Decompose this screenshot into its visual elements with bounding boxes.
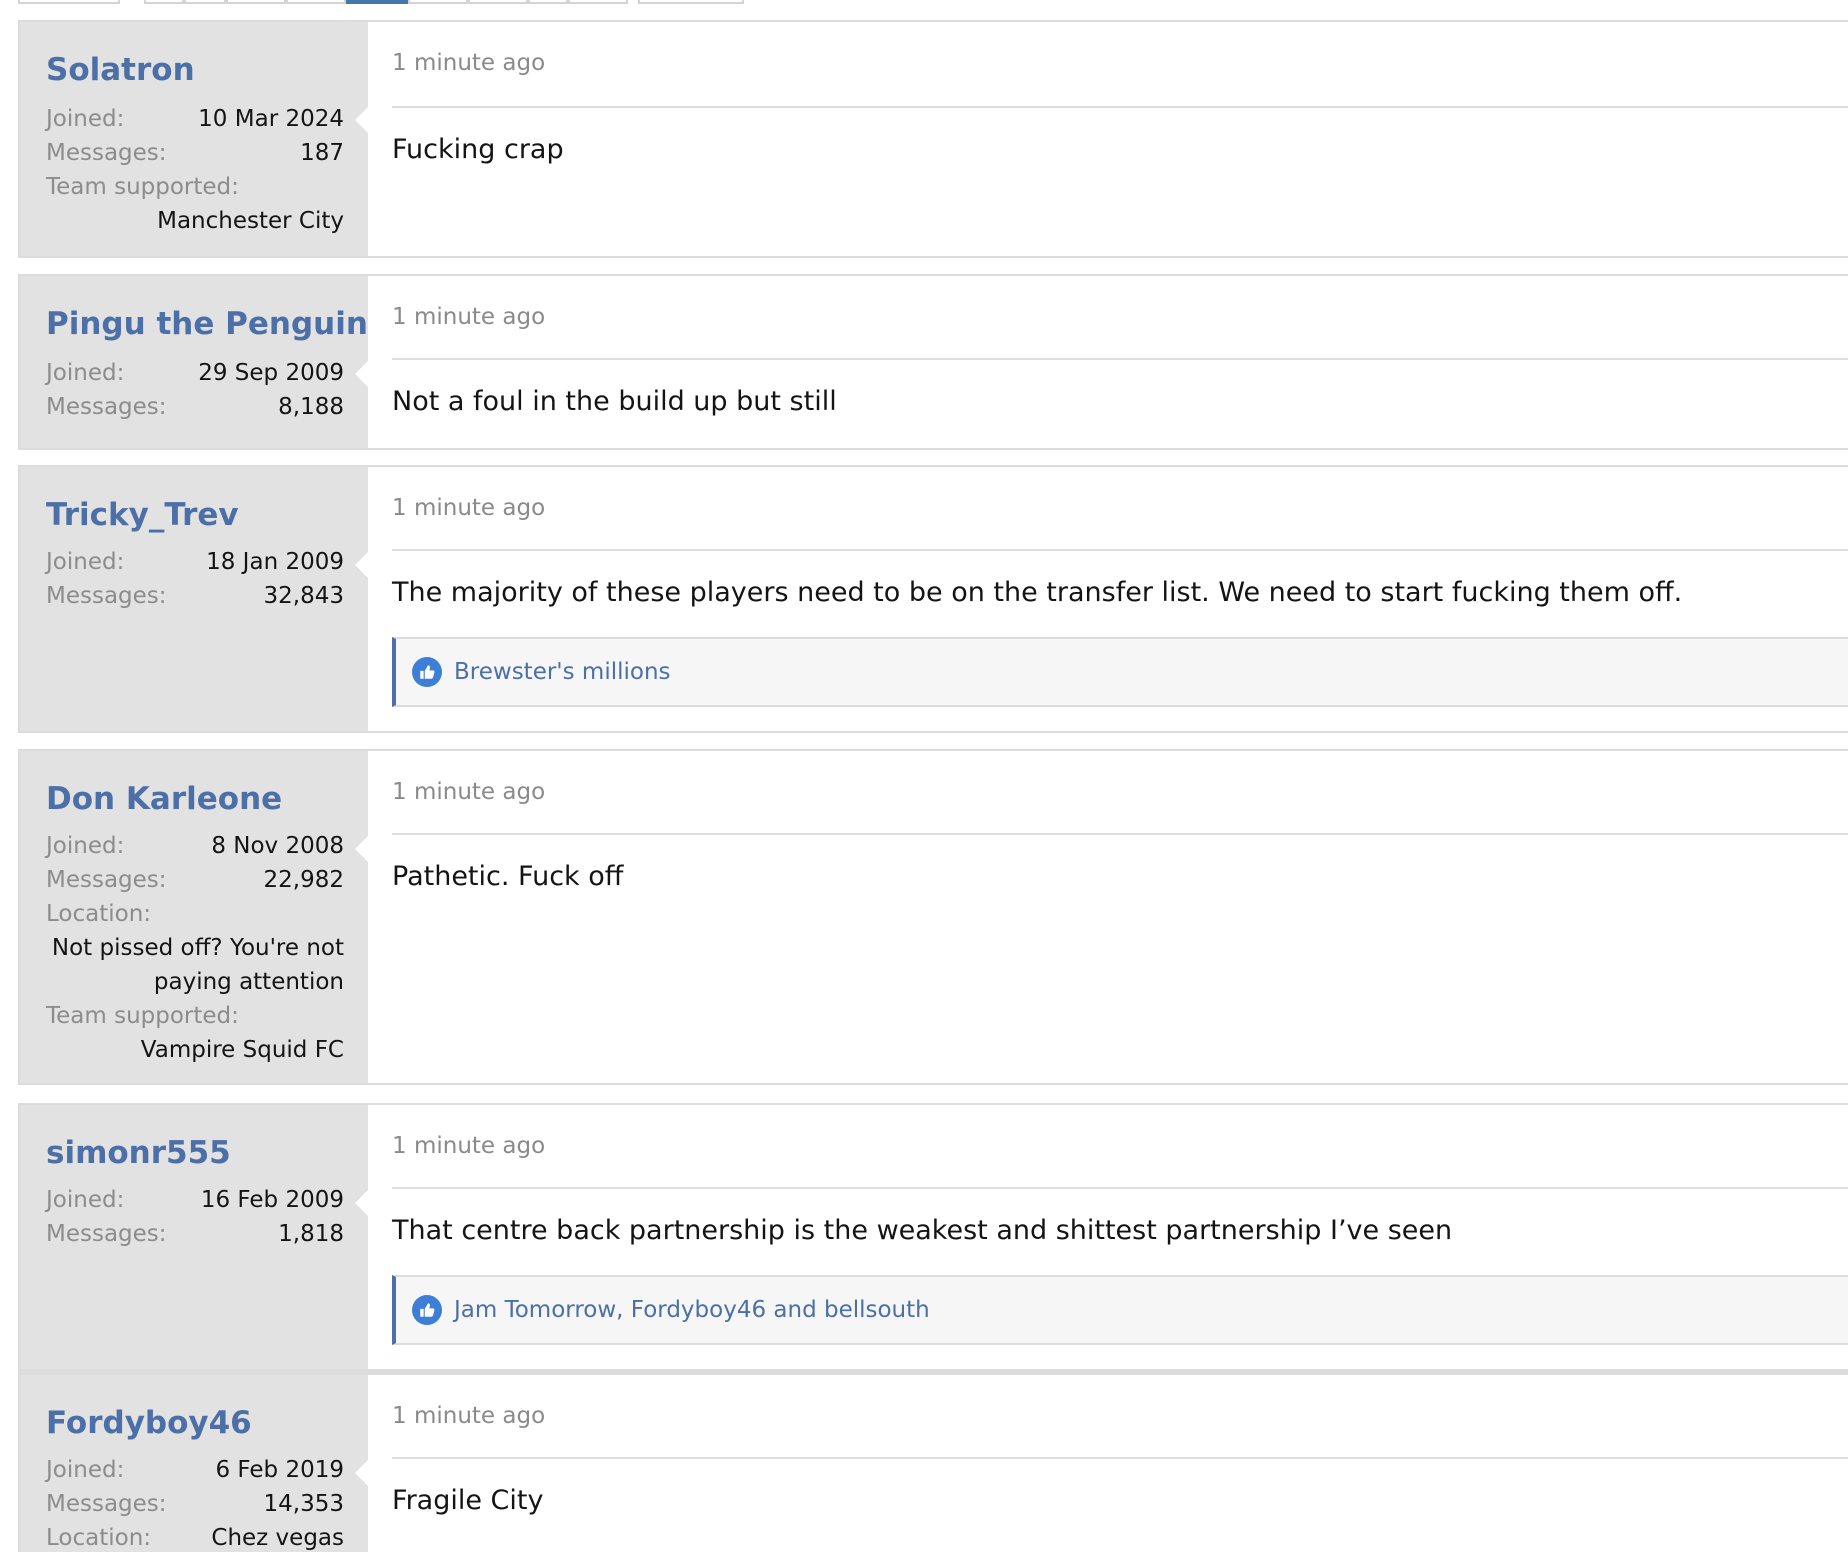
messages-value: 22,982	[263, 867, 344, 893]
user-stats: Joined: 8 Nov 2008 Messages: 22,982 Locati…	[46, 829, 344, 1067]
username-link[interactable]: simonr555	[46, 1135, 231, 1171]
post-timestamp-link[interactable]: 1 minute ago	[392, 779, 545, 805]
divider	[392, 106, 1848, 108]
likes-users-link[interactable]: Brewster's millions	[454, 659, 671, 685]
post-timestamp-link[interactable]: 1 minute ago	[392, 495, 545, 521]
messages-label: Messages:	[46, 1221, 167, 1247]
joined-label: Joined:	[46, 106, 125, 132]
likes-bar: Brewster's millions	[392, 637, 1848, 707]
pagination-page-button[interactable]	[408, 0, 468, 4]
messages-label: Messages:	[46, 394, 167, 420]
post: Solatron Joined: 10 Mar 2024 Messages: 187…	[18, 20, 1848, 258]
message-body: 1 minute ago The majority of these playe…	[368, 467, 1848, 731]
user-stats: Joined: 16 Feb 2009 Messages: 1,818	[46, 1183, 344, 1251]
pagination	[18, 0, 744, 4]
username-link[interactable]: Pingu the Penguin	[46, 306, 368, 342]
team-label: Team supported:	[46, 174, 239, 200]
post: Tricky_Trev Joined: 18 Jan 2009 Messages:…	[18, 465, 1848, 733]
pagination-page-button[interactable]	[568, 0, 628, 4]
post: Pingu the Penguin Joined: 29 Sep 2009 Mes…	[18, 274, 1848, 450]
joined-label: Joined:	[46, 1187, 125, 1213]
joined-label: Joined:	[46, 549, 125, 575]
pagination-page-button[interactable]	[144, 0, 184, 4]
messages-label: Messages:	[46, 867, 167, 893]
message-body: 1 minute ago Fucking crap	[368, 22, 1848, 256]
joined-value: 29 Sep 2009	[198, 360, 344, 386]
divider	[392, 549, 1848, 551]
messages-value: 1,818	[278, 1221, 344, 1247]
message-body: 1 minute ago Pathetic. Fuck off	[368, 751, 1848, 1083]
messages-label: Messages:	[46, 1491, 167, 1517]
messages-value: 14,353	[263, 1491, 344, 1517]
pagination-next-button[interactable]	[638, 0, 744, 4]
pagination-page-button[interactable]	[468, 0, 528, 4]
post-text: Fragile City	[392, 1485, 544, 1516]
team-value: Vampire Squid FC	[140, 1037, 344, 1063]
user-stats: Joined: 18 Jan 2009 Messages: 32,843	[46, 545, 344, 613]
message-body: 1 minute ago Fragile City	[368, 1375, 1848, 1552]
thumbs-up-icon	[412, 1295, 442, 1325]
user-info-panel: Fordyboy46 Joined: 6 Feb 2019 Messages: 14…	[20, 1375, 369, 1552]
location-value: Not pissed off? You're not	[51, 935, 344, 961]
post: Fordyboy46 Joined: 6 Feb 2019 Messages: 14…	[18, 1371, 1848, 1552]
messages-value: 32,843	[263, 583, 344, 609]
location-label: Location:	[46, 1525, 152, 1551]
username-link[interactable]: Tricky_Trev	[46, 497, 239, 533]
joined-value: 10 Mar 2024	[198, 106, 344, 132]
pagination-page-button[interactable]	[184, 0, 226, 4]
post-timestamp-link[interactable]: 1 minute ago	[392, 1133, 545, 1159]
user-stats: Joined: 10 Mar 2024 Messages: 187 Team sup…	[46, 102, 344, 238]
post-text: Pathetic. Fuck off	[392, 861, 624, 892]
user-info-panel: Tricky_Trev Joined: 18 Jan 2009 Messages:…	[20, 467, 369, 731]
joined-value: 16 Feb 2009	[200, 1187, 344, 1213]
likes-users-link[interactable]: Jam Tomorrow, Fordyboy46 and bellsouth	[454, 1297, 930, 1323]
pagination-page-button[interactable]	[226, 0, 286, 4]
user-stats: Joined: 6 Feb 2019 Messages: 14,353 Locati…	[46, 1453, 344, 1552]
messages-value: 8,188	[278, 394, 344, 420]
messages-value: 187	[300, 140, 344, 166]
post-timestamp-link[interactable]: 1 minute ago	[392, 1403, 545, 1429]
username-link[interactable]: Don Karleone	[46, 781, 282, 817]
pagination-page-button[interactable]	[286, 0, 346, 4]
user-info-panel: simonr555 Joined: 16 Feb 2009 Messages: 1,…	[20, 1105, 369, 1369]
likes-bar: Jam Tomorrow, Fordyboy46 and bellsouth	[392, 1275, 1848, 1345]
location-value: Chez vegas	[211, 1525, 344, 1551]
joined-label: Joined:	[46, 833, 125, 859]
divider	[392, 833, 1848, 835]
team-label: Team supported:	[46, 1003, 239, 1029]
post-text: Not a foul in the build up but still	[392, 386, 837, 417]
messages-label: Messages:	[46, 140, 167, 166]
user-info-panel: Pingu the Penguin Joined: 29 Sep 2009 Mes…	[20, 276, 369, 448]
thumbs-up-icon	[412, 657, 442, 687]
joined-label: Joined:	[46, 1457, 125, 1483]
divider	[392, 1187, 1848, 1189]
pagination-page-button[interactable]	[528, 0, 568, 4]
divider	[392, 1457, 1848, 1459]
post-text: The majority of these players need to be…	[392, 577, 1683, 608]
team-value: Manchester City	[157, 208, 344, 234]
divider	[392, 358, 1848, 360]
post-text: That centre back partnership is the weak…	[392, 1215, 1453, 1246]
location-value: paying attention	[153, 969, 344, 995]
joined-value: 8 Nov 2008	[211, 833, 344, 859]
location-label: Location:	[46, 901, 152, 927]
joined-label: Joined:	[46, 360, 125, 386]
message-body: 1 minute ago That centre back partnershi…	[368, 1105, 1848, 1369]
pagination-prev-button[interactable]	[18, 0, 120, 4]
post: simonr555 Joined: 16 Feb 2009 Messages: 1,…	[18, 1103, 1848, 1371]
pagination-current-page[interactable]	[346, 0, 408, 4]
joined-value: 6 Feb 2019	[215, 1457, 344, 1483]
username-link[interactable]: Solatron	[46, 52, 195, 88]
post-timestamp-link[interactable]: 1 minute ago	[392, 50, 545, 76]
user-info-panel: Solatron Joined: 10 Mar 2024 Messages: 187…	[20, 22, 369, 256]
user-info-panel: Don Karleone Joined: 8 Nov 2008 Messages:…	[20, 751, 369, 1083]
post: Don Karleone Joined: 8 Nov 2008 Messages:…	[18, 749, 1848, 1085]
joined-value: 18 Jan 2009	[206, 549, 344, 575]
post-text: Fucking crap	[392, 134, 564, 165]
messages-label: Messages:	[46, 583, 167, 609]
username-link[interactable]: Fordyboy46	[46, 1405, 252, 1441]
post-timestamp-link[interactable]: 1 minute ago	[392, 304, 545, 330]
message-body: 1 minute ago Not a foul in the build up …	[368, 276, 1848, 448]
user-stats: Joined: 29 Sep 2009 Messages: 8,188	[46, 356, 344, 424]
